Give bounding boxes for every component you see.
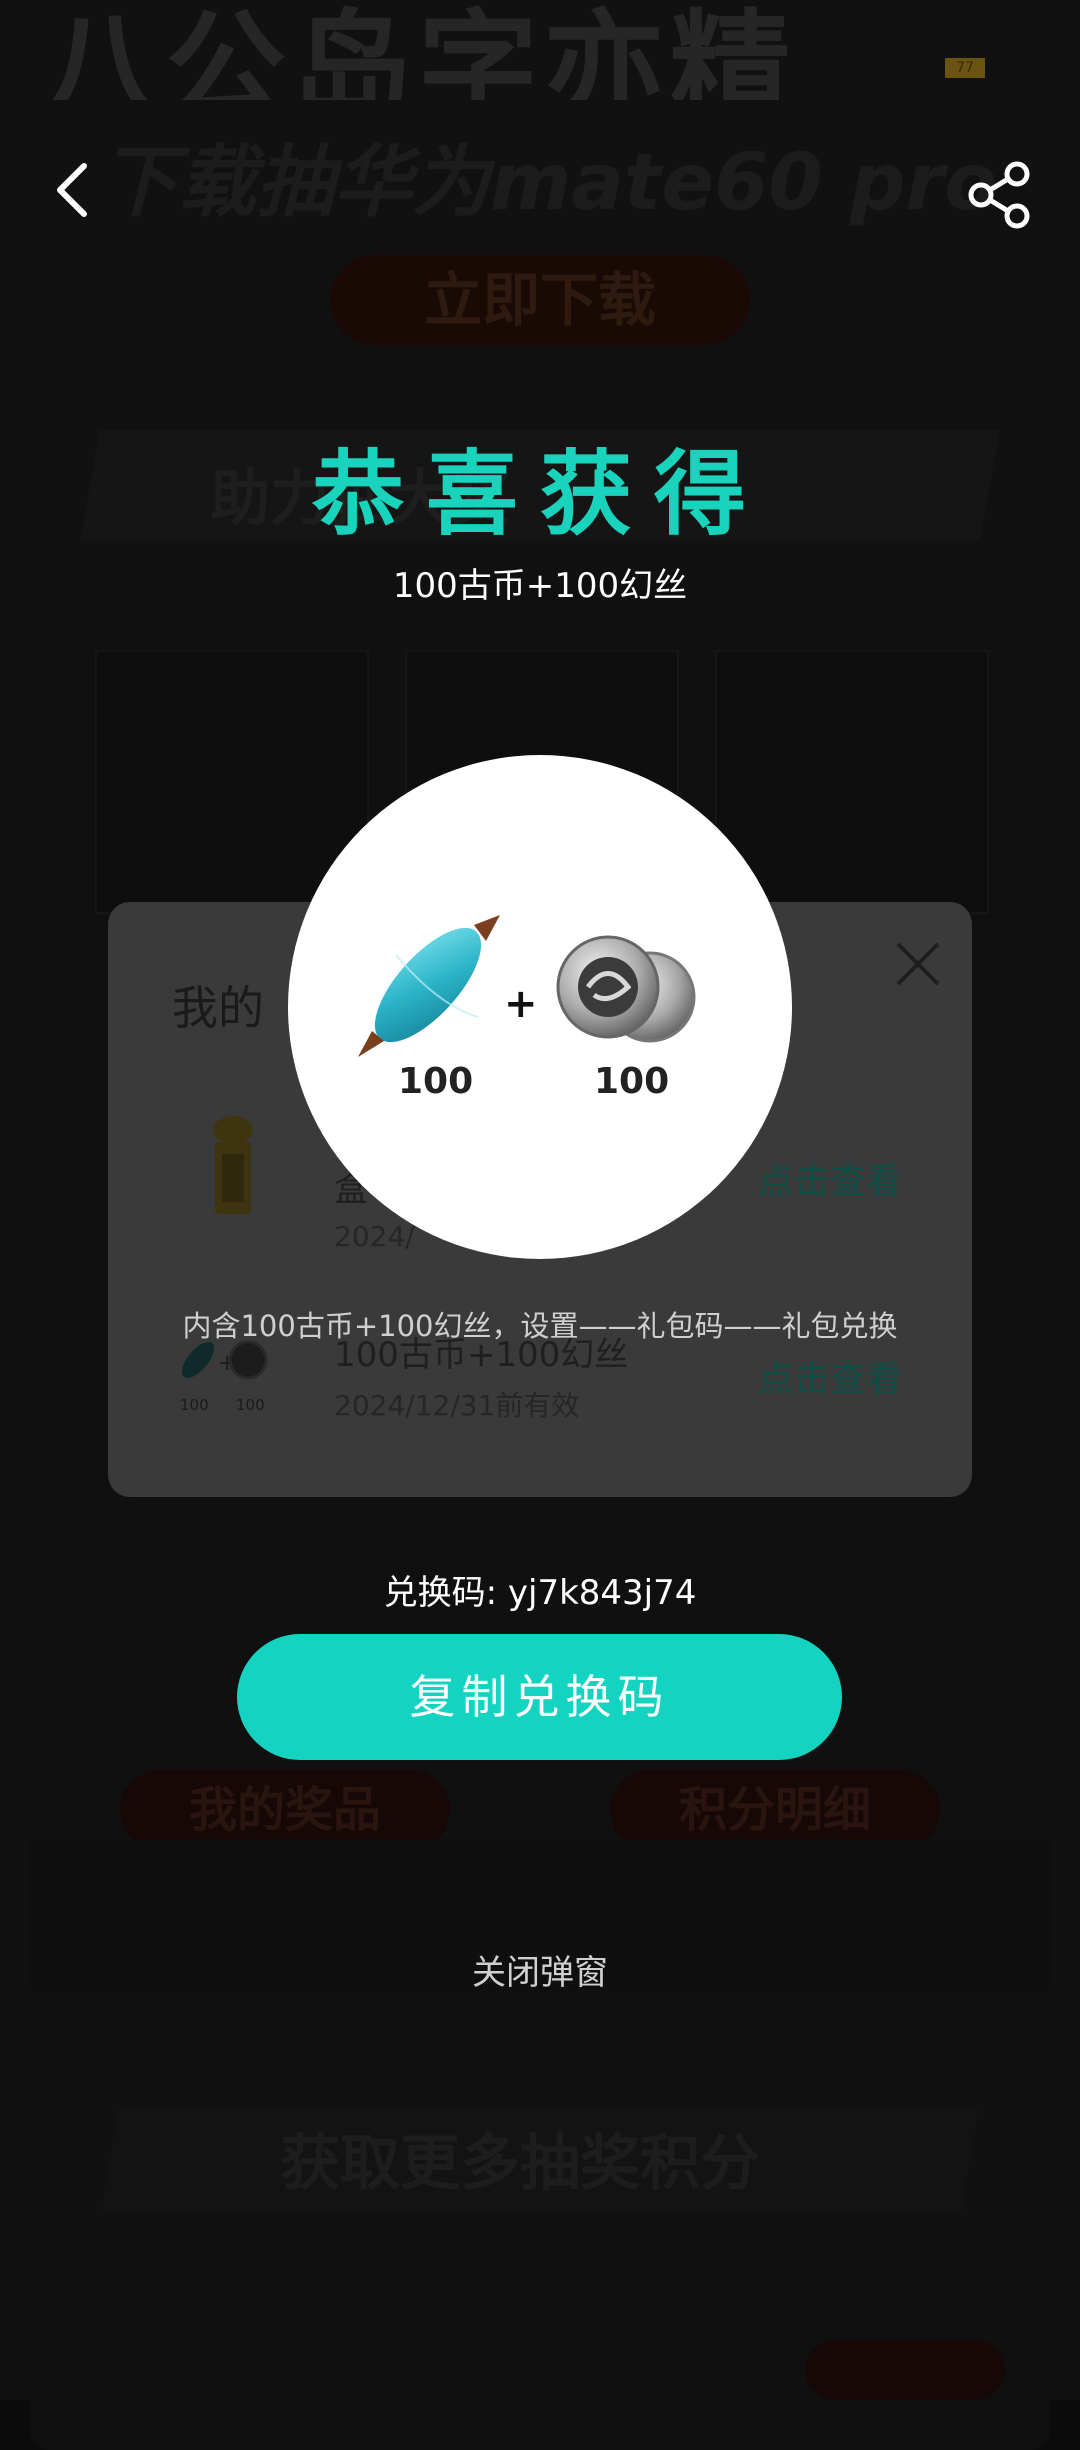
gift-count-silk: 100 bbox=[398, 1061, 473, 1102]
prize-thumbnail bbox=[178, 1112, 288, 1222]
gift-count-coin: 100 bbox=[594, 1061, 669, 1102]
coin-icon bbox=[556, 935, 696, 1043]
gift-image: + 100 100 bbox=[358, 915, 696, 1102]
popup-title: 恭喜获得 bbox=[311, 441, 768, 548]
redeem-code-text: 兑换码: yj7k843j74 bbox=[383, 1573, 697, 1613]
chevron-left-icon[interactable] bbox=[48, 160, 98, 220]
bg-more-text: 获取更多抽奖积分 bbox=[280, 2129, 760, 2199]
prize-date: 2024/12/31前有效 bbox=[334, 1389, 580, 1422]
my-dialog-title: 我的 bbox=[172, 981, 264, 1035]
bg-download-button: 立即下载 bbox=[330, 255, 750, 345]
close-icon[interactable] bbox=[888, 934, 948, 994]
bg-badge: 77 bbox=[945, 58, 985, 78]
bg-bottom-button bbox=[805, 2340, 1005, 2400]
thumb-count: 100 bbox=[236, 1396, 265, 1414]
gift-description: 内含100古币+100幻丝，设置——礼包码——礼包兑换 bbox=[182, 1309, 898, 1343]
thumb-count: 100 bbox=[180, 1396, 209, 1414]
gift-image-circle: + 100 100 bbox=[288, 755, 792, 1259]
popup-subtitle: 100古币+100幻丝 bbox=[392, 566, 688, 606]
close-popup-link[interactable]: 关闭弹窗 bbox=[0, 1945, 1080, 1994]
silk-spindle-icon bbox=[358, 915, 500, 1057]
view-prize-link[interactable]: 点击查看 bbox=[758, 1350, 902, 1402]
bg-points-pill: 积分明细 bbox=[610, 1770, 940, 1850]
copy-code-button[interactable]: 复制兑换码 bbox=[237, 1634, 842, 1760]
bg-download-text: 下载抽华为mate60 pro bbox=[100, 138, 998, 228]
share-icon[interactable] bbox=[965, 160, 1035, 230]
bg-header-title: 八公岛字亦精 bbox=[40, 0, 796, 100]
svg-text:+: + bbox=[504, 981, 538, 1027]
bg-my-prizes-pill: 我的奖品 bbox=[120, 1770, 450, 1850]
